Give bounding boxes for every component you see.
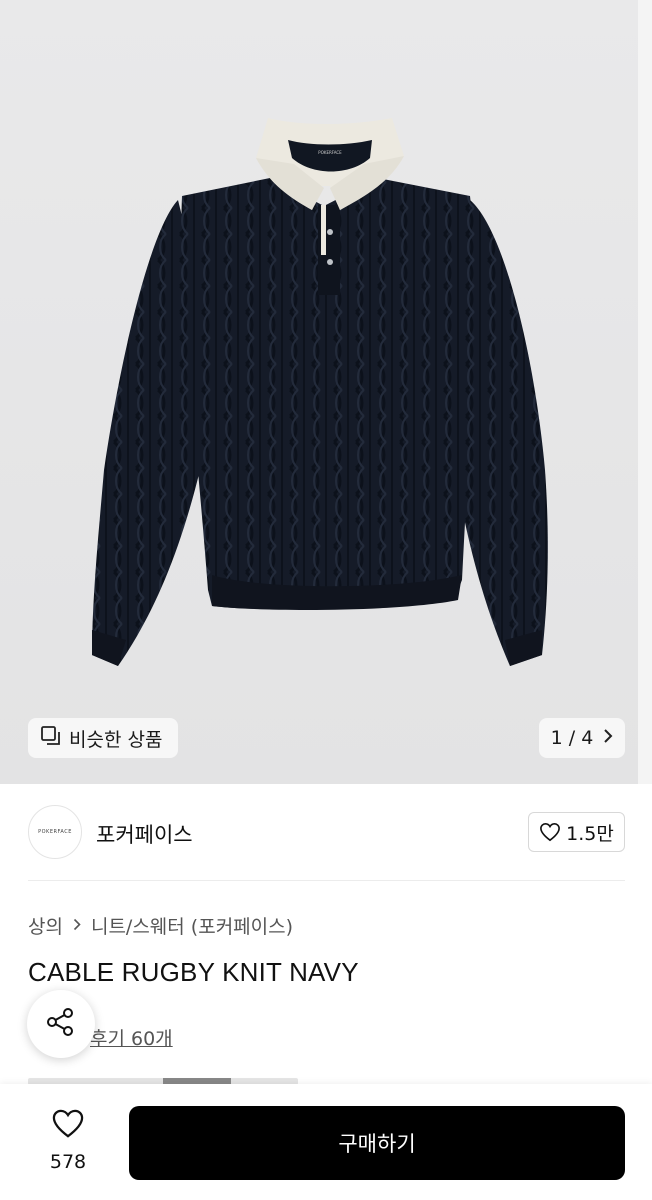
share-button[interactable] [27,990,95,1058]
breadcrumb-subcategory[interactable]: 니트/스웨터 (포커페이스) [91,912,293,939]
wishlist-button[interactable]: 578 [38,1108,98,1173]
breadcrumb: 상의 니트/스웨터 (포커페이스) [28,912,293,939]
hero-edge [638,0,652,784]
seller-name[interactable]: 포커페이스 [96,819,193,849]
product-photo: POKERFACE [92,118,548,666]
collar-brand-label: POKERFACE [318,150,342,155]
similar-products-label: 비슷한 상품 [69,728,163,751]
buy-button[interactable]: 구매하기 [129,1106,625,1180]
seller-like-count: 1.5만 [566,822,614,845]
copy-squares-icon [40,725,62,752]
similar-products-button[interactable]: 비슷한 상품 [28,718,178,758]
product-title: CABLE RUGBY KNIT NAVY [28,957,359,987]
chevron-right-icon [73,916,81,935]
bottom-action-bar: 578 구매하기 [0,1084,652,1200]
heart-outline-icon [539,822,561,842]
pager-text: 1 / 4 [550,727,594,749]
wishlist-count: 578 [49,1151,87,1173]
product-image-gallery[interactable]: POKERFACE 비슷한 상품 1 / 4 [0,0,652,784]
section-divider [28,880,625,881]
seller-logo-text: POKERFACE [38,829,72,835]
heart-outline-icon [51,1108,85,1143]
seller-row: POKERFACE 포커페이스 1.5만 [28,805,625,861]
seller-logo[interactable]: POKERFACE [28,805,82,859]
chevron-right-icon [603,728,613,749]
share-icon [44,1005,78,1043]
breadcrumb-category[interactable]: 상의 [28,912,63,939]
seller-like-button[interactable]: 1.5만 [528,812,625,852]
reviews-link[interactable]: 후기 60개 [90,1024,173,1051]
image-pager[interactable]: 1 / 4 [539,718,625,758]
